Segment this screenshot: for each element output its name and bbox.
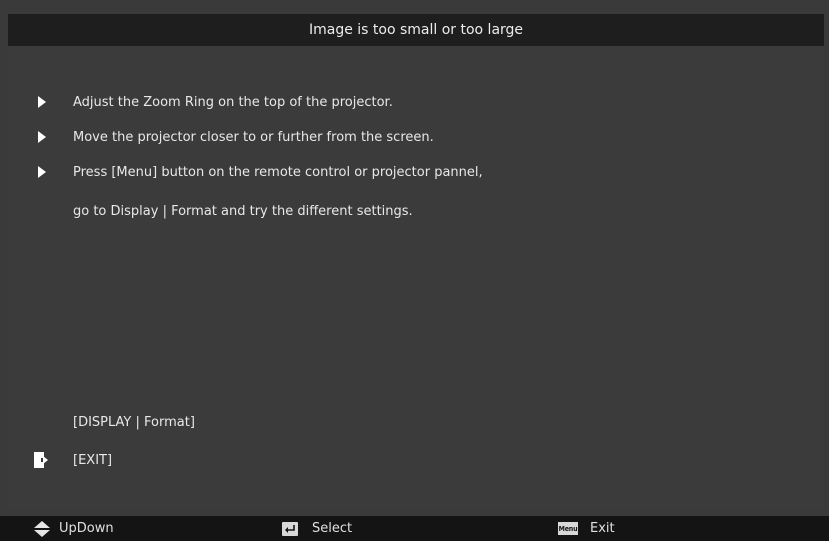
- help-panel: Adjust the Zoom Ring on the top of the p…: [8, 46, 824, 508]
- tip-continuation: go to Display | Format and try the diffe…: [8, 199, 824, 223]
- up-down-arrows-icon: [34, 520, 50, 537]
- tip-text: go to Display | Format and try the diffe…: [73, 203, 413, 219]
- dialog-title-text: Image is too small or too large: [308, 22, 524, 38]
- exit-link-label[interactable]: [EXIT]: [73, 453, 112, 468]
- triangle-right-icon: [38, 166, 46, 178]
- exit-link[interactable]: [EXIT]: [8, 448, 824, 472]
- triangle-right-icon: [38, 131, 46, 143]
- tip-text: Adjust the Zoom Ring on the top of the p…: [73, 94, 393, 110]
- tip-item: Move the projector closer to or further …: [8, 125, 824, 149]
- button-guide-bar: UpDown Select Menu Exit: [0, 516, 829, 541]
- projector-osd: Image is too small or too large Adjust t…: [0, 0, 829, 541]
- enter-arrow-icon: [285, 524, 295, 533]
- exit-icon[interactable]: [34, 452, 48, 468]
- dialog-title: Image is too small or too large: [8, 14, 824, 46]
- updown-label: UpDown: [59, 521, 114, 536]
- tip-item: Press [Menu] button on the remote contro…: [8, 160, 824, 184]
- tip-text: Move the projector closer to or further …: [73, 129, 434, 145]
- menu-key-icon: Menu: [558, 522, 578, 535]
- tip-item: Adjust the Zoom Ring on the top of the p…: [8, 90, 824, 114]
- select-hint: Select: [282, 516, 352, 541]
- select-label: Select: [312, 521, 353, 536]
- display-format-link[interactable]: [DISPLAY | Format]: [8, 410, 824, 434]
- exit-hint: Menu Exit: [558, 516, 615, 541]
- exit-label: Exit: [590, 521, 615, 536]
- tip-text: Press [Menu] button on the remote contro…: [73, 164, 483, 180]
- triangle-right-icon: [38, 96, 46, 108]
- display-format-label[interactable]: [DISPLAY | Format]: [73, 415, 195, 430]
- enter-key-icon: [282, 521, 298, 536]
- updown-hint: UpDown: [33, 516, 114, 541]
